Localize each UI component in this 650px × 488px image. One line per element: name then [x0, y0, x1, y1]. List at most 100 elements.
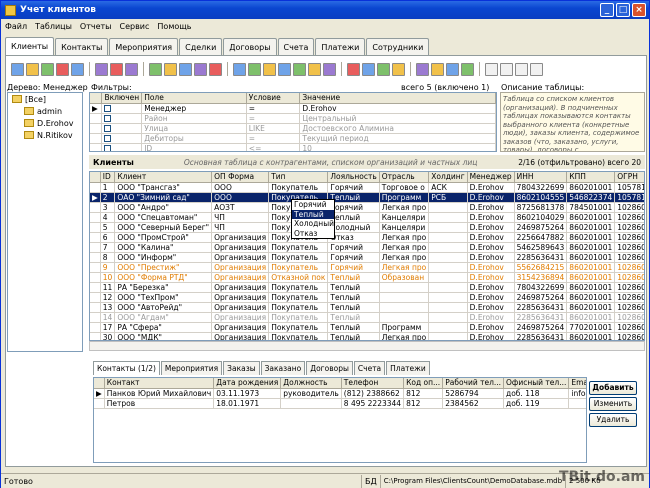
close-button[interactable]: × [632, 3, 646, 17]
tab-invoices[interactable]: Счета [277, 38, 315, 55]
loyalty-dropdown[interactable]: Горячий Теплый Холодный Отказ [291, 199, 335, 239]
attach-icon[interactable] [392, 62, 405, 76]
detail-tab[interactable]: Платежи [386, 361, 430, 375]
word-icon[interactable] [233, 62, 246, 76]
clients-column-header[interactable]: Отрасль [379, 172, 430, 183]
tab-deals[interactable]: Сделки [179, 38, 223, 55]
clients-column-header[interactable]: ID [100, 172, 116, 183]
filter-enabled-checkbox[interactable] [104, 115, 112, 122]
minimize-button[interactable]: _ [600, 3, 614, 17]
horizontal-scrollbar[interactable] [89, 341, 645, 351]
dropdown-option[interactable]: Отказ [292, 229, 334, 239]
last-record-icon[interactable] [530, 62, 543, 76]
contacts-column-header[interactable]: Телефон [341, 378, 405, 389]
detail-tab[interactable]: Мероприятия [160, 361, 223, 375]
options-icon[interactable] [461, 62, 474, 76]
delete-button[interactable]: Удалить [589, 413, 637, 427]
menu-service[interactable]: Сервис [120, 22, 150, 31]
xml-icon[interactable] [293, 62, 306, 76]
clients-column-header[interactable]: Холдинг [428, 172, 468, 183]
image-icon[interactable] [377, 62, 390, 76]
tab-contracts[interactable]: Договоры [223, 38, 277, 55]
first-record-icon[interactable] [485, 62, 498, 76]
menu-reports[interactable]: Отчеты [80, 22, 112, 31]
tree-item[interactable]: admin [8, 105, 82, 117]
filter-cell[interactable] [101, 123, 143, 134]
copy-icon[interactable] [41, 62, 54, 76]
detail-tab[interactable]: Заказано [260, 361, 306, 375]
menu-help[interactable]: Помощь [157, 22, 191, 31]
clear-filter-icon[interactable] [110, 62, 123, 76]
filter-row[interactable]: Улица LIKE Достоевского Алимина [90, 123, 496, 134]
sort-icon[interactable] [164, 62, 177, 76]
contacts-column-header[interactable]: Рабочий тел... [442, 378, 505, 389]
tab-contacts[interactable]: Контакты [55, 38, 109, 55]
details-icon[interactable] [446, 62, 459, 76]
tree-icon[interactable] [416, 62, 429, 76]
filter-enabled-checkbox[interactable] [104, 135, 112, 142]
contacts-column-header[interactable]: Код оп... [403, 378, 444, 389]
maximize-button[interactable]: □ [616, 3, 630, 17]
group-icon[interactable] [179, 62, 192, 76]
tab-clients[interactable]: Клиенты [5, 37, 55, 55]
tree-item[interactable]: D.Erohov [8, 117, 82, 129]
filter-cell[interactable] [101, 133, 143, 144]
clients-column-header[interactable]: ОП Форма [211, 172, 270, 183]
delete-icon[interactable] [56, 62, 69, 76]
clients-column-header[interactable]: ОГРН [614, 172, 644, 183]
excel-icon[interactable] [248, 62, 261, 76]
next-record-icon[interactable] [515, 62, 528, 76]
tree-item[interactable]: N.Ritikov [8, 129, 82, 141]
table-row[interactable]: ▶ 2 ОАО "Зимний сад" ООО Покупатель Теплый Про… [90, 192, 644, 203]
table-row[interactable]: 9 ООО "Престиж" Организация Покупатель Горяч… [90, 262, 644, 273]
table-row[interactable]: 4ООО "Спецавтоман"ЧППокупательТеплыйКанц… [90, 212, 644, 223]
print-icon[interactable] [362, 62, 375, 76]
report-icon[interactable] [323, 62, 336, 76]
table-row[interactable]: 14 ООО "Агдам" Организация Покупатель Теплый… [90, 312, 644, 323]
filter-cell[interactable] [101, 103, 143, 114]
contacts-column-header[interactable] [94, 378, 105, 389]
table-row[interactable]: 6ООО "ПромСтрой"ОрганизацияПокупательОтк… [90, 232, 644, 243]
detail-tab[interactable]: Заказы [223, 361, 260, 375]
filters-column-header[interactable]: Условие [246, 93, 301, 104]
table-row[interactable]: 7 ООО "Калина" Организация Покупатель Горячи… [90, 242, 644, 253]
dropdown-option[interactable]: Теплый [292, 209, 334, 219]
tab-employees[interactable]: Сотрудники [366, 38, 430, 55]
contacts-column-header[interactable]: Email [568, 378, 586, 389]
preview-icon[interactable] [347, 62, 360, 76]
filter-settings-icon[interactable] [125, 62, 138, 76]
table-row[interactable]: 30 ООО "МДК" Организация Покупатель Теплый Ле… [90, 332, 644, 340]
table-row[interactable]: 11 РА "Березка" Организация Покупатель Теплы… [90, 282, 644, 293]
html-icon[interactable] [278, 62, 291, 76]
clients-column-header[interactable] [90, 172, 101, 183]
dropdown-option[interactable]: Холодный [292, 219, 334, 229]
filters-column-header[interactable] [90, 93, 103, 104]
menu-tables[interactable]: Таблицы [35, 22, 72, 31]
find-icon[interactable] [149, 62, 162, 76]
clients-column-header[interactable]: Менеджер [467, 172, 515, 183]
table-row[interactable]: ▶ Панков Юрий Михайлович 03.11.1973 руковод… [94, 388, 586, 399]
clients-column-header[interactable]: ИНН [514, 172, 568, 183]
table-row[interactable]: 12 ООО "ТехПром" Организация Покупатель Тепл… [90, 292, 644, 303]
detail-tab[interactable]: Контакты (1/2) [93, 361, 160, 375]
clients-column-header[interactable]: Клиент [114, 172, 213, 183]
filter-enabled-checkbox[interactable] [104, 105, 112, 112]
table-row[interactable]: 13 ООО "АвтоРейд" Организация Покупатель Теп… [90, 302, 644, 313]
table-row[interactable]: 10 ООО "Форма РТД" Организация Отказной пок… [90, 272, 644, 283]
filters-column-header[interactable]: Включен [101, 93, 143, 104]
table-row[interactable]: Петров 18.01.1971 8 495 2223344 812 2384562 д… [94, 398, 586, 409]
contacts-column-header[interactable]: Дата рождения [213, 378, 282, 389]
contacts-column-header[interactable]: Должность [280, 378, 342, 389]
filter-row[interactable]: ID <= 10 [90, 143, 496, 151]
filter-row[interactable]: Район = Центральный [90, 113, 496, 124]
edit-icon[interactable] [26, 62, 39, 76]
clients-column-header[interactable]: Тип [268, 172, 329, 183]
filter-enabled-checkbox[interactable] [104, 145, 112, 151]
detail-tab[interactable]: Счета [353, 361, 386, 375]
table-row[interactable]: 1 ООО "Трансгаз" ООО Покупатель Горячий Торго… [90, 182, 644, 193]
sum-icon[interactable] [209, 62, 222, 76]
tab-events[interactable]: Мероприятия [109, 38, 179, 55]
contacts-column-header[interactable]: Контакт [104, 378, 215, 389]
columns-icon[interactable] [194, 62, 207, 76]
tab-payments[interactable]: Платежи [315, 38, 366, 55]
